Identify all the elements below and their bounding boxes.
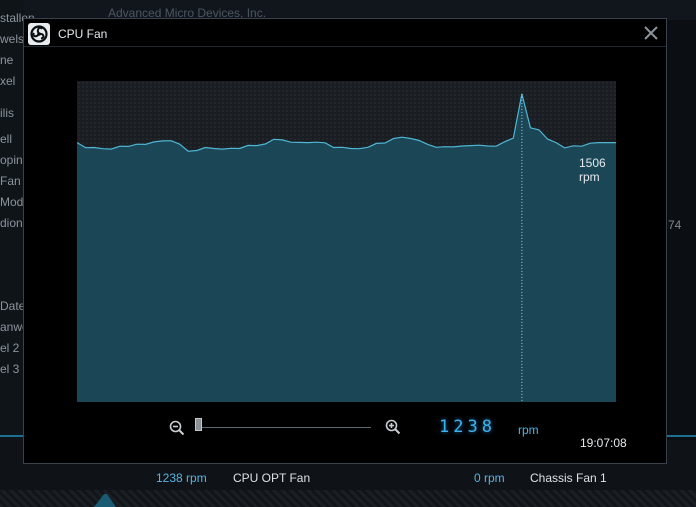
- zoom-slider-handle[interactable]: [195, 418, 202, 431]
- background-header: Advanced Micro Devices, Inc.: [0, 0, 696, 20]
- sidebar-item[interactable]: Mod: [0, 195, 23, 209]
- sidebar-item[interactable]: el 2: [0, 341, 19, 355]
- cpu-fan-dialog: CPU Fan 1506 rpm 19:07:08 1238 rpm: [23, 18, 667, 464]
- sidebar-item[interactable]: Fan: [0, 174, 21, 188]
- sidebar-item[interactable]: wels: [0, 32, 24, 46]
- close-icon: [644, 26, 658, 40]
- title-separator: [24, 46, 666, 47]
- background-right-text: 74: [668, 218, 682, 232]
- close-button[interactable]: [641, 23, 661, 43]
- chassis-fan-1-label[interactable]: Chassis Fan 1: [530, 471, 607, 485]
- cpu-opt-fan-label[interactable]: CPU OPT Fan: [233, 471, 310, 485]
- current-rpm-unit: rpm: [518, 423, 539, 437]
- zoom-out-icon: [169, 420, 185, 436]
- sidebar-item[interactable]: ell: [0, 132, 12, 146]
- chassis-fan-value: 0 rpm: [474, 471, 505, 485]
- dialog-titlebar[interactable]: CPU Fan: [24, 19, 666, 47]
- zoom-out-button[interactable]: [169, 420, 185, 436]
- chart-readout-value: 1506 rpm: [579, 156, 606, 184]
- glow-line-right: [667, 435, 696, 437]
- sidebar-item[interactable]: ne: [0, 53, 13, 67]
- dialog-title: CPU Fan: [58, 27, 108, 41]
- sidebar-item[interactable]: Date: [0, 299, 25, 313]
- chart-area-fill: [77, 93, 616, 402]
- sidebar-item[interactable]: dion: [0, 216, 23, 230]
- fan-speed-chart[interactable]: 1506 rpm 19:07:08: [77, 81, 627, 450]
- chart-canvas: [77, 93, 616, 402]
- sidebar-item[interactable]: el 3: [0, 362, 19, 376]
- glow-line-left: [0, 435, 24, 437]
- cpu-fan-value: 1238 rpm: [156, 471, 207, 485]
- current-rpm-digital: 1238: [439, 417, 496, 437]
- sidebar-item[interactable]: xel: [0, 74, 15, 88]
- zoom-slider-track[interactable]: [196, 427, 371, 428]
- zoom-in-button[interactable]: [385, 419, 401, 435]
- zoom-in-icon: [385, 419, 401, 435]
- fan-icon: [28, 23, 50, 45]
- background-spike-icon: [94, 494, 116, 507]
- sidebar-item[interactable]: ilis: [0, 106, 14, 120]
- chart-readout-time: 19:07:08: [580, 436, 627, 450]
